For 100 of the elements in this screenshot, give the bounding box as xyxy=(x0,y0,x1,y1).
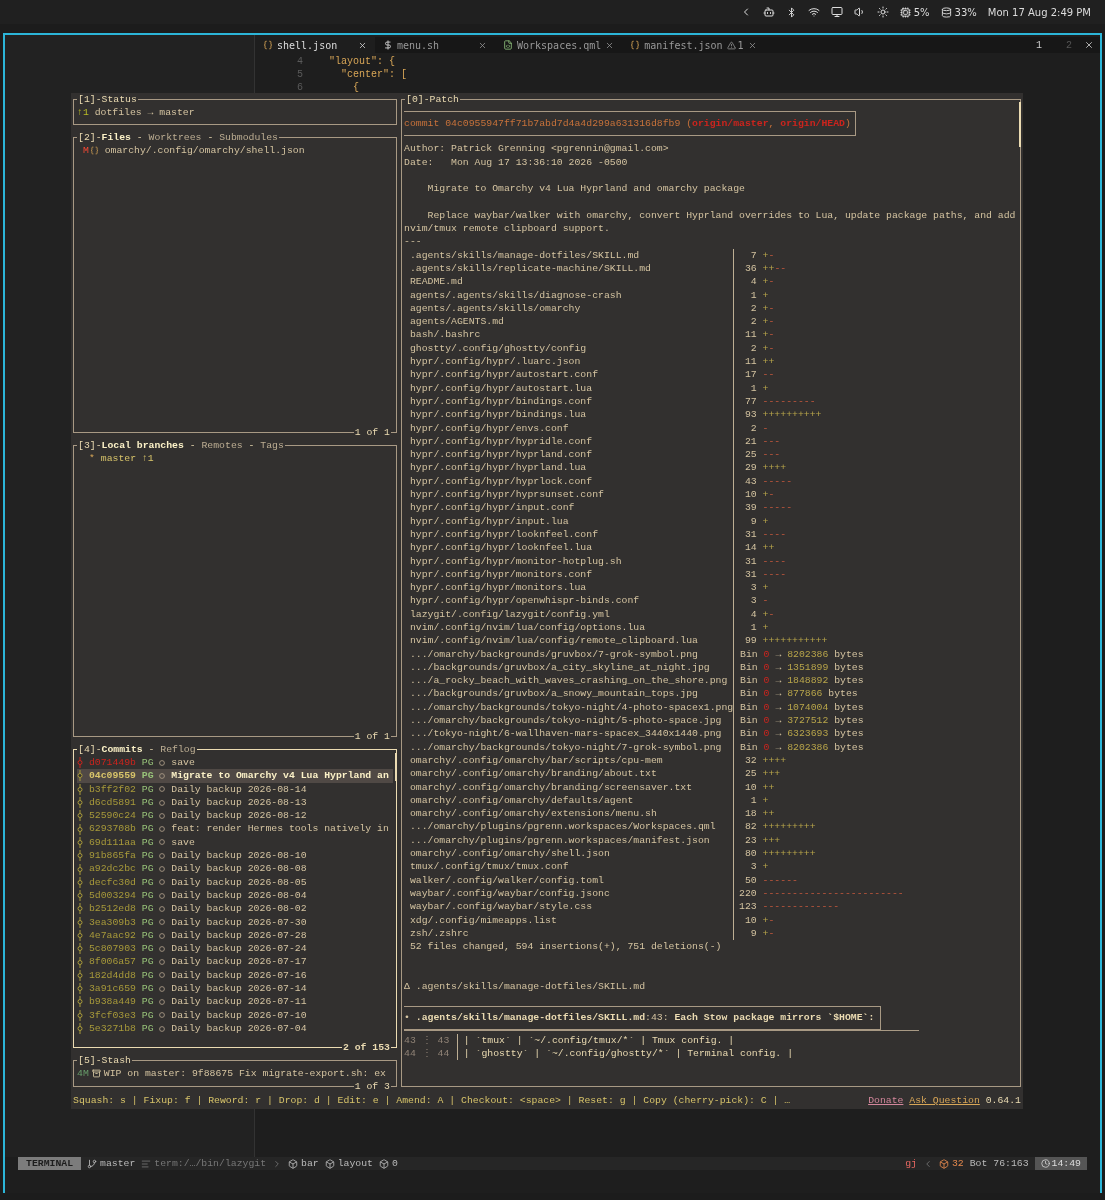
panel-tab[interactable]: Reflog xyxy=(160,743,196,756)
title-separator: - xyxy=(247,439,256,452)
hollow-circle-icon xyxy=(159,826,166,833)
separator-line: --- xyxy=(404,235,423,249)
commit-row[interactable]: 3fcf03e3 PG Daily backup 2026-07-10 xyxy=(77,1008,393,1022)
footer-link[interactable]: Donate xyxy=(868,1095,904,1106)
hunk-header: • .agents/skills/manage-dotfiles/SKILL.md:43: Each Stow package mirrors `$HOME`: xyxy=(404,1006,882,1030)
new-size: 1848892 xyxy=(787,674,829,688)
braces-icon xyxy=(630,40,641,50)
file-path: .../omarchy/backgrounds/tokyo-night/4-photo-spacex1.png xyxy=(408,700,734,715)
hollow-circle-icon xyxy=(159,1012,166,1019)
commit-row[interactable]: decfc30d PG Daily backup 2026-08-05 xyxy=(77,875,393,889)
change-graph: --- xyxy=(761,434,782,449)
change-graph: +++ xyxy=(761,767,782,781)
code-line: "center": [ xyxy=(340,68,408,81)
panel-number: [2]- xyxy=(78,131,102,144)
wifi-icon[interactable] xyxy=(807,6,820,18)
panel-tab[interactable]: Local branches xyxy=(101,439,184,452)
cursor-position: 76:163 xyxy=(993,1158,1029,1169)
panel-tab[interactable]: Files xyxy=(101,131,131,144)
change-count: 31 xyxy=(733,554,757,568)
commit-row[interactable]: a92dc2bc PG Daily backup 2026-08-08 xyxy=(77,862,393,876)
commit-row[interactable]: b3ff2f02 PG Daily backup 2026-08-14 xyxy=(77,782,393,796)
change-count: 1 xyxy=(733,288,757,302)
commit-row[interactable]: b2512ed8 PG Daily backup 2026-08-02 xyxy=(77,902,393,916)
brightness-icon[interactable] xyxy=(876,6,889,18)
commit-row[interactable]: d071449b PG save xyxy=(77,756,393,770)
panel-tab[interactable]: Commits xyxy=(101,743,143,756)
commit-row[interactable]: d6cd5891 PG Daily backup 2026-08-13 xyxy=(77,795,393,810)
file-path: zsh/.zshrc xyxy=(408,926,470,941)
change-count: 9 xyxy=(733,514,757,528)
file-path: .agents/skills/replicate-machine/SKILL.md xyxy=(408,261,652,276)
commit-row[interactable]: 8f006a57 PG Daily backup 2026-07-17 xyxy=(77,955,393,969)
panel-tab[interactable]: Submodules xyxy=(219,131,278,144)
commit-hash: 69d111aa xyxy=(88,835,136,850)
commit-hash: 3a91c659 xyxy=(88,982,136,996)
panel-tab[interactable]: Tags xyxy=(260,439,284,452)
commit-row[interactable]: 5d003294 PG Daily backup 2026-08-04 xyxy=(77,888,393,903)
commit-message: Daily backup 2026-08-02 xyxy=(171,902,307,916)
file-path: hypr/.config/hypr/monitors.lua xyxy=(408,581,588,595)
branch-row[interactable]: * master ↑1 xyxy=(77,452,393,466)
arrow-sign: → xyxy=(775,700,782,715)
hollow-circle-icon xyxy=(159,1025,166,1032)
database-icon xyxy=(940,6,952,18)
close-icon[interactable] xyxy=(1084,40,1094,50)
footer-link[interactable]: Ask Question xyxy=(909,1095,980,1106)
commit-row[interactable]: 5c807903 PG Daily backup 2026-07-24 xyxy=(77,942,393,956)
file-row[interactable]: M omarchy/.config/omarchy/shell.json xyxy=(77,144,393,158)
symbol-name: bar xyxy=(301,1158,319,1169)
panel-tab[interactable]: Remotes xyxy=(201,439,243,452)
commit-hash: d6cd5891 xyxy=(88,795,136,810)
change-graph: -- xyxy=(761,368,776,382)
file-path: waybar/.config/waybar/style.css xyxy=(408,900,594,914)
commit-header: commit 04c0955947ff71b7abd7d4a4d299a631316d8fb9 (origin/master, origin/HEAD) xyxy=(404,111,856,137)
warning-count: 1 xyxy=(737,39,744,51)
file-path: .../omarchy/plugins/pgrenn.workspaces/manifest.json xyxy=(408,833,711,848)
commit-row[interactable]: 52590c24 PG Daily backup 2026-08-12 xyxy=(77,809,393,823)
commit-row[interactable]: 3a91c659 PG Daily backup 2026-07-14 xyxy=(77,982,393,996)
title-separator: - xyxy=(135,131,144,144)
change-graph: +- xyxy=(761,275,776,289)
hollow-circle-icon xyxy=(159,799,166,806)
close-icon[interactable] xyxy=(605,40,615,50)
close-icon[interactable] xyxy=(747,40,757,50)
commit-row[interactable]: 04c09559 PG Migrate to Omarchy v4 Lua Hyprland an xyxy=(77,769,393,783)
commit-row[interactable]: 6293708b PG feat: render Hermes tools natively in xyxy=(77,822,393,836)
commit-row[interactable]: 91b865fa PG Daily backup 2026-08-10 xyxy=(77,849,393,863)
change-count: 2 xyxy=(733,301,757,316)
close-icon[interactable] xyxy=(478,40,487,50)
close-icon[interactable] xyxy=(358,40,367,50)
commit-row[interactable]: b938a449 PG Daily backup 2026-07-11 xyxy=(77,995,393,1009)
commit-hash: 182d4dd8 xyxy=(88,968,136,983)
commit-row[interactable]: 3ea309b3 PG Daily backup 2026-07-30 xyxy=(77,915,393,929)
commit-message: Daily backup 2026-07-28 xyxy=(171,928,307,943)
editor-tab[interactable]: shell.json xyxy=(255,37,375,53)
commit-row[interactable]: 4e7aac92 PG Daily backup 2026-07-28 xyxy=(77,928,393,943)
file-path: walker/.config/walker/config.toml xyxy=(408,873,605,887)
change-count: 93 xyxy=(733,408,757,422)
file-status: M xyxy=(83,144,89,158)
file-path: hypr/.config/hypr/hyprland.lua xyxy=(408,461,588,475)
commit-row[interactable]: 5e3271b8 PG Daily backup 2026-07-04 xyxy=(77,1021,393,1036)
tabpage-number[interactable]: 1 xyxy=(1023,39,1054,51)
file-path: hypr/.config/hypr/looknfeel.conf xyxy=(408,527,599,542)
robot-icon[interactable] xyxy=(762,6,775,18)
monitor-icon[interactable] xyxy=(830,6,843,18)
commit-row[interactable]: 182d4dd8 PG Daily backup 2026-07-16 xyxy=(77,968,393,983)
symbol-name: layout xyxy=(337,1158,373,1169)
file-path: .../tokyo-night/6-wallhaven-mars-spacex_3440x1440.png xyxy=(408,727,723,741)
commit-row[interactable]: 69d111aa PG save xyxy=(77,835,393,850)
size-unit: bytes xyxy=(834,674,864,688)
stash-row[interactable]: 4M WIP on master: 9f88675 Fix migrate-export.sh: ex xyxy=(77,1067,393,1081)
hollow-circle-icon xyxy=(159,919,166,926)
commit-hash: d071449b xyxy=(88,756,136,770)
branch-name: master xyxy=(100,1158,136,1169)
author-line: Author: Patrick Grenning <pgrennin@gmail.com> xyxy=(404,142,670,156)
volume-icon[interactable] xyxy=(853,6,866,18)
author-initials: PG xyxy=(141,995,154,1009)
commit-hash: 52590c24 xyxy=(88,809,136,823)
commit-node-icon xyxy=(77,1023,83,1035)
panel-tab[interactable]: Worktrees xyxy=(148,131,202,144)
author-initials: PG xyxy=(141,756,154,770)
